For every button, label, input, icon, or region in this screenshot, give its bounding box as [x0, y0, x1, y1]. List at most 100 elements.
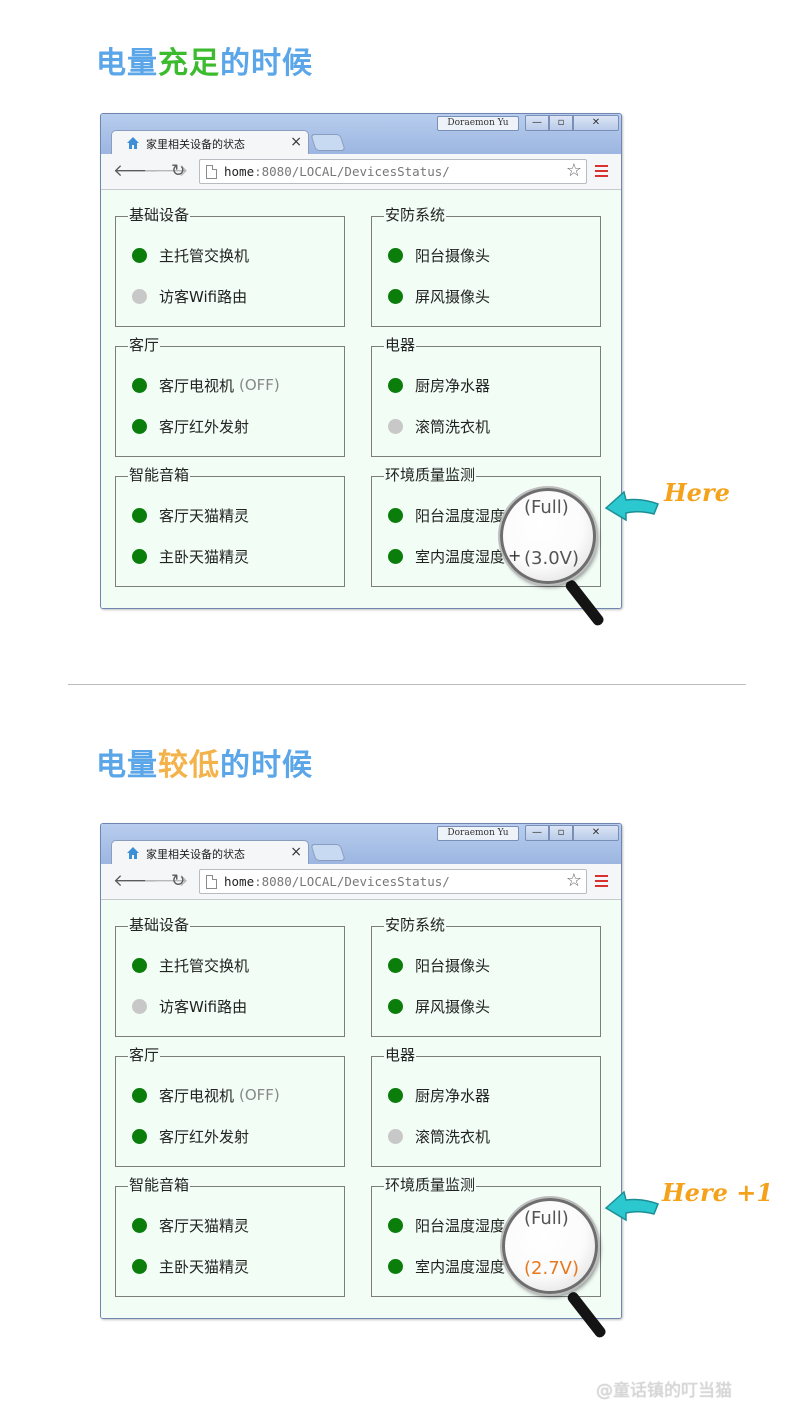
status-dot — [132, 418, 147, 434]
url-host: home — [224, 874, 255, 889]
group-title: 基础设备 — [128, 916, 191, 934]
group-title: 基础设备 — [128, 206, 191, 224]
group-title: 环境质量监测 — [384, 466, 477, 484]
group-title: 智能音箱 — [128, 1176, 191, 1194]
new-tab-button[interactable] — [310, 134, 346, 151]
plus-label: + — [508, 546, 522, 565]
device-item: 室内温度湿度 — [388, 546, 505, 566]
title-bar: Doraemon Yu — ▫ ✕ 家里相关设备的状态 × — [101, 114, 621, 155]
device-name: 客厅电视机 — [159, 376, 235, 395]
pointer-arrow-icon — [604, 490, 659, 522]
voltage-label: (3.0V) — [524, 548, 579, 569]
section-divider — [68, 684, 746, 685]
heading-prefix: 电量 — [96, 748, 158, 783]
url-text: home:8080/LOCAL/DevicesStatus/ — [224, 164, 450, 179]
device-item: 阳台温度湿度 — [388, 1215, 505, 1235]
url-path: :8080/LOCAL/DevicesStatus/ — [254, 874, 450, 889]
callout-label: Here +1 — [662, 1178, 774, 1207]
device-name: 屏风摄像头 — [415, 287, 491, 306]
tab-device-status[interactable]: 家里相关设备的状态 × — [111, 840, 309, 865]
device-item: 屏风摄像头 — [388, 286, 490, 306]
status-dot — [388, 957, 403, 973]
profile-badge[interactable]: Doraemon Yu — [437, 826, 519, 841]
address-bar[interactable]: home:8080/LOCAL/DevicesStatus/ ☆ — [199, 869, 587, 894]
minimize-button[interactable]: — — [525, 825, 549, 841]
tab-title: 家里相关设备的状态 — [146, 138, 245, 151]
device-name: 屏风摄像头 — [415, 997, 491, 1016]
device-group: 电器 厨房净水器 滚筒洗衣机 — [371, 1046, 601, 1167]
status-dot — [132, 247, 147, 263]
status-dot — [388, 377, 403, 393]
window-controls: — ▫ ✕ — [525, 115, 619, 131]
heading-highlight: 充足 — [158, 46, 220, 81]
device-state: (OFF) — [239, 1086, 280, 1104]
group-title: 客厅 — [128, 1046, 161, 1064]
device-name: 客厅电视机 — [159, 1086, 235, 1105]
device-name: 阳台温度湿度 — [415, 1216, 506, 1235]
device-name: 室内温度湿度 — [415, 1257, 506, 1276]
address-bar[interactable]: home:8080/LOCAL/DevicesStatus/ ☆ — [199, 159, 587, 184]
status-dot — [388, 1128, 403, 1144]
home-icon — [127, 847, 139, 859]
status-dot — [388, 548, 403, 564]
device-name: 滚筒洗衣机 — [415, 1127, 491, 1146]
close-window-button[interactable]: ✕ — [573, 825, 619, 841]
device-name: 室内温度湿度 — [415, 547, 506, 566]
device-name: 访客Wifi路由 — [159, 997, 248, 1016]
status-dot — [388, 1217, 403, 1233]
group-title: 电器 — [384, 336, 417, 354]
device-name: 客厅天猫精灵 — [159, 506, 250, 525]
callout-label: Here — [664, 478, 730, 507]
menu-icon[interactable] — [595, 875, 608, 887]
heading-low: 电量较低的时候 — [96, 740, 313, 784]
status-dot — [388, 998, 403, 1014]
window-controls: — ▫ ✕ — [525, 825, 619, 841]
tab-device-status[interactable]: 家里相关设备的状态 × — [111, 130, 309, 155]
tab-close-icon[interactable]: × — [290, 844, 302, 860]
status-dot — [132, 1217, 147, 1233]
device-group: 智能音箱 客厅天猫精灵 主卧天猫精灵 — [115, 466, 345, 587]
heading-suffix: 的时候 — [220, 748, 313, 783]
battery-state-label: (Full) — [524, 1208, 569, 1229]
close-window-button[interactable]: ✕ — [573, 115, 619, 131]
device-item: 室内温度湿度 — [388, 1256, 505, 1276]
device-name: 主托管交换机 — [159, 246, 250, 265]
device-name: 主卧天猫精灵 — [159, 547, 250, 566]
device-name: 客厅天猫精灵 — [159, 1216, 250, 1235]
device-item: 主托管交换机 — [132, 955, 249, 975]
device-name: 主托管交换机 — [159, 956, 250, 975]
maximize-button[interactable]: ▫ — [549, 825, 573, 841]
browser-toolbar: 🡐 🡒 ↻ home:8080/LOCAL/DevicesStatus/ ☆ — [101, 154, 621, 190]
minimize-button[interactable]: — — [525, 115, 549, 131]
device-item: 客厅电视机 (OFF) — [132, 375, 280, 395]
tab-close-icon[interactable]: × — [290, 134, 302, 150]
device-item: 访客Wifi路由 — [132, 996, 247, 1016]
status-dot — [132, 1087, 147, 1103]
bookmark-star-icon[interactable]: ☆ — [566, 871, 582, 891]
device-name: 滚筒洗衣机 — [415, 417, 491, 436]
profile-badge[interactable]: Doraemon Yu — [437, 116, 519, 131]
page-icon — [206, 165, 217, 179]
reload-icon[interactable]: ↻ — [171, 162, 185, 180]
device-item: 滚筒洗衣机 — [388, 1126, 490, 1146]
status-dot — [132, 1128, 147, 1144]
device-item: 客厅电视机 (OFF) — [132, 1085, 280, 1105]
status-dot — [388, 288, 403, 304]
device-group: 客厅 客厅电视机 (OFF) 客厅红外发射 — [115, 1046, 345, 1167]
group-title: 安防系统 — [384, 916, 447, 934]
device-name: 访客Wifi路由 — [159, 287, 248, 306]
heading-suffix: 的时候 — [220, 46, 313, 81]
status-dot — [388, 418, 403, 434]
maximize-button[interactable]: ▫ — [549, 115, 573, 131]
device-name: 阳台摄像头 — [415, 246, 491, 265]
device-item: 客厅红外发射 — [132, 416, 249, 436]
reload-icon[interactable]: ↻ — [171, 872, 185, 890]
group-title: 安防系统 — [384, 206, 447, 224]
menu-icon[interactable] — [595, 165, 608, 177]
page-icon — [206, 875, 217, 889]
bookmark-star-icon[interactable]: ☆ — [566, 161, 582, 181]
new-tab-button[interactable] — [310, 844, 346, 861]
device-item: 厨房净水器 — [388, 1085, 490, 1105]
group-title: 智能音箱 — [128, 466, 191, 484]
device-name: 阳台摄像头 — [415, 956, 491, 975]
